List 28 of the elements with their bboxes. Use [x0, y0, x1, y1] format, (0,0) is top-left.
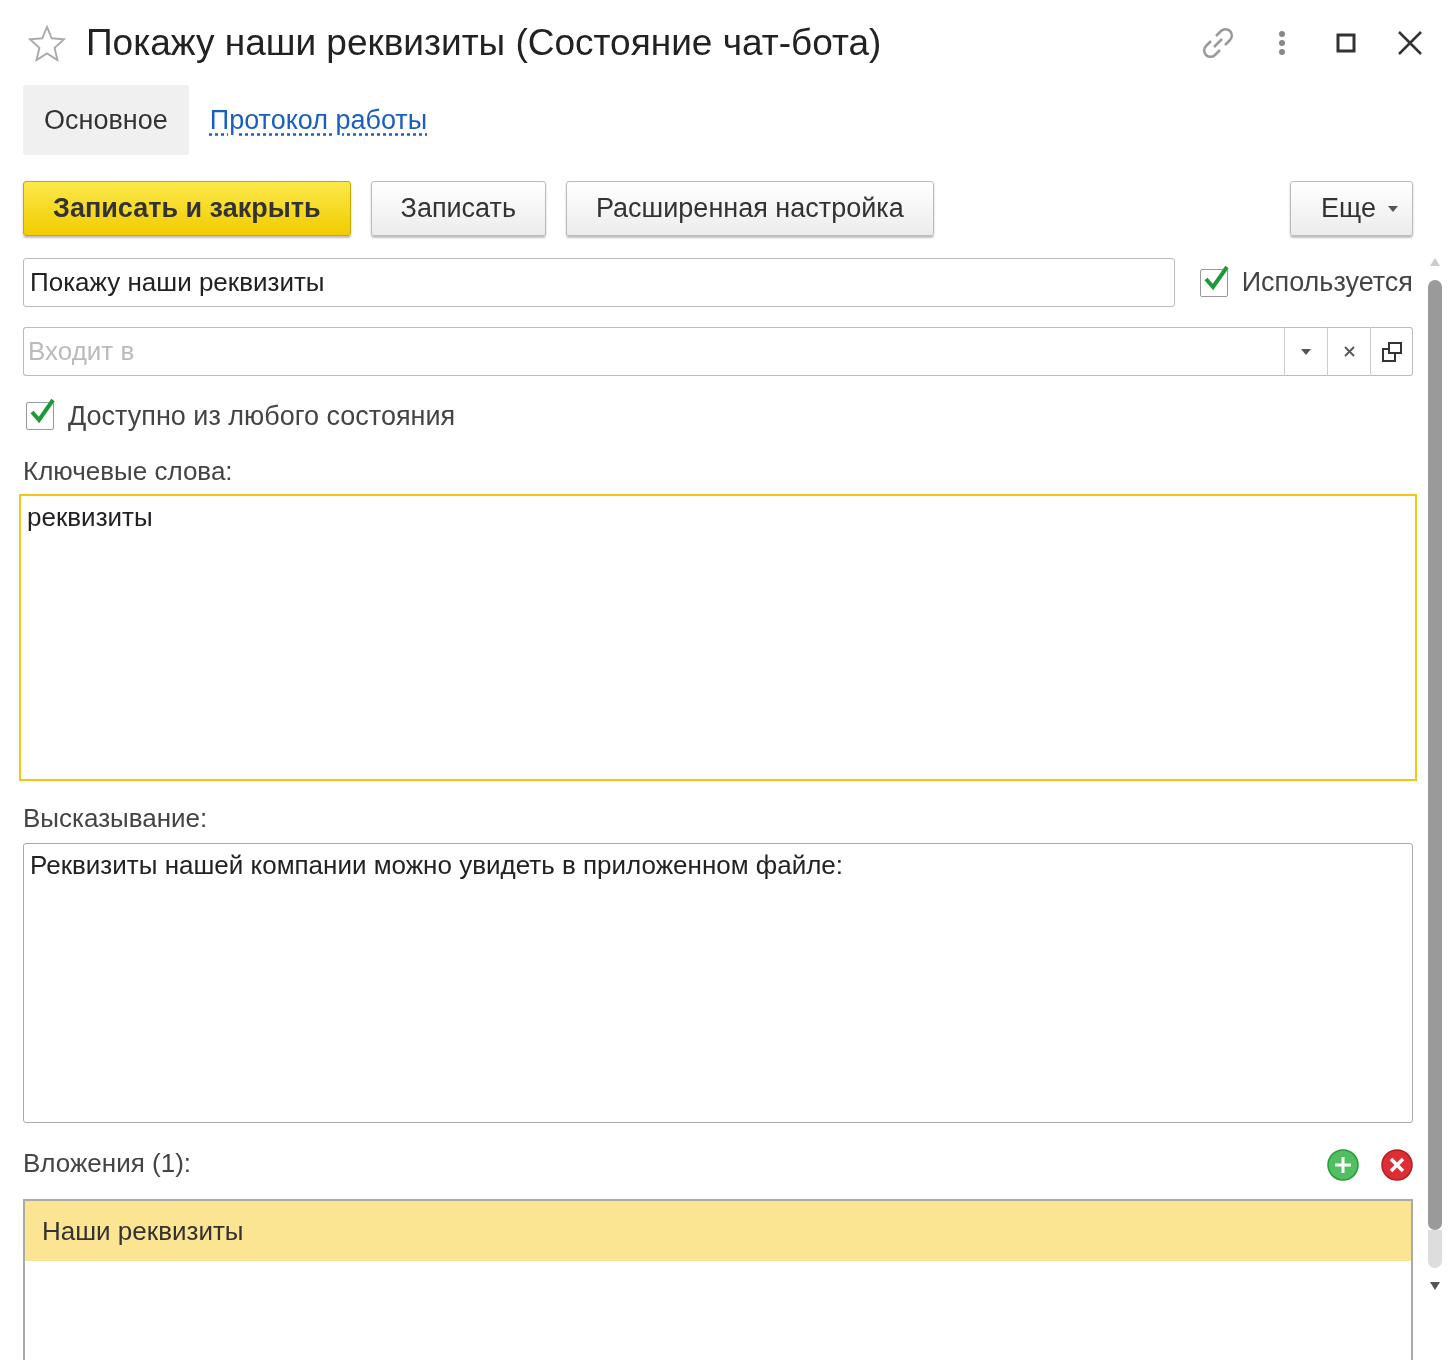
add-icon[interactable] — [1327, 1149, 1359, 1181]
scroll-down-icon[interactable] — [1430, 1282, 1440, 1290]
checkbox-label: Используется — [1241, 267, 1413, 298]
open-window-icon[interactable] — [1380, 340, 1403, 363]
scrollbar-thumb[interactable] — [1428, 280, 1442, 1230]
utterance-field[interactable]: Реквизиты нашей компании можно увидеть в приложенном файле: — [23, 843, 1413, 1123]
section-label: Вложения (1): — [23, 1148, 192, 1180]
delete-icon[interactable] — [1381, 1149, 1413, 1181]
window-title: Покажу наши реквизиты (Состояние чат-бота) — [86, 21, 883, 64]
checkbox-label: Доступно из любого состояния — [68, 400, 456, 432]
keywords-field[interactable]: реквизиты — [19, 494, 1417, 781]
caret-icon — [1388, 205, 1398, 212]
attachment-row[interactable]: Наши реквизиты — [25, 1201, 1411, 1261]
field-label: Высказывание: — [23, 803, 209, 835]
field-label: Ключевые слова: — [23, 456, 234, 488]
more-button[interactable]: Еще — [1290, 181, 1413, 236]
link-icon[interactable] — [1201, 25, 1235, 60]
toolbar-button[interactable]: Расширенная настройка — [566, 181, 934, 236]
name-field[interactable]: Покажу наши реквизиты — [23, 258, 1175, 307]
toolbar-button[interactable]: Записать — [370, 181, 546, 236]
tab[interactable]: Протокол работы — [188, 85, 449, 155]
star-icon[interactable] — [28, 23, 66, 62]
save-and-close-button[interactable]: Записать и закрыть — [23, 181, 351, 236]
tab[interactable]: Основное — [23, 85, 189, 155]
parent-field[interactable]: Входит в — [23, 327, 1284, 376]
dropdown-icon[interactable] — [1300, 347, 1312, 356]
clear-icon[interactable] — [1342, 345, 1356, 358]
checkbox[interactable] — [1199, 268, 1228, 297]
